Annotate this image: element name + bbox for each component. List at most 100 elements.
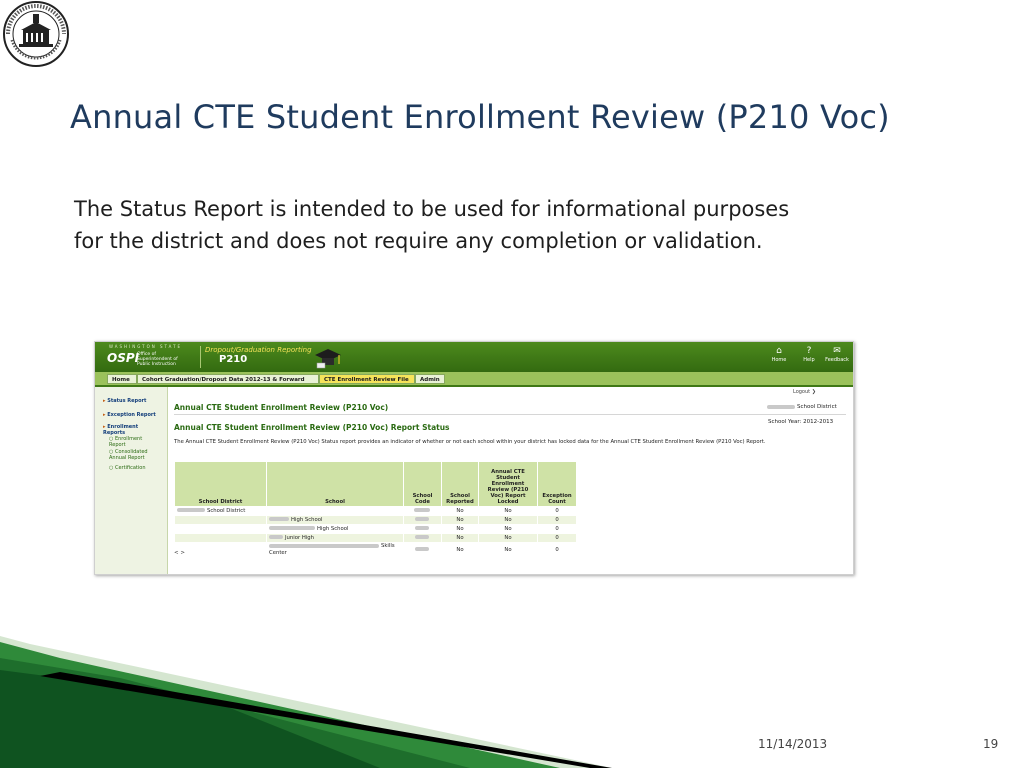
megaphone-icon: ✉ [833, 346, 841, 356]
app-title: P210 [219, 354, 248, 365]
cell-exceptions: 0 [537, 515, 577, 525]
cell-locked: No [478, 542, 538, 558]
redacted-district [767, 404, 795, 409]
cell-reported: No [441, 506, 479, 516]
cell-code [403, 506, 442, 516]
sidebar-item-status-report[interactable]: ▸ Status Report [103, 398, 146, 404]
cell-exceptions: 0 [537, 506, 577, 516]
tab-home[interactable]: Home [107, 374, 137, 384]
col-school-district: School District [174, 461, 267, 507]
redacted-text [269, 526, 315, 530]
cell-code [403, 515, 442, 525]
redacted-text [414, 526, 429, 530]
embedded-app-screenshot: WASHINGTON STATE OSPI Office of Superint… [94, 341, 854, 575]
redacted-text [414, 547, 429, 551]
page-number: 19 [983, 737, 999, 751]
sidebar-item-certification[interactable]: ○ Certification [109, 465, 145, 471]
app-banner: WASHINGTON STATE OSPI Office of Superint… [95, 342, 853, 372]
arrow-right-icon: ▸ [103, 398, 106, 404]
redacted-text [414, 535, 429, 539]
nav-strip [95, 385, 853, 387]
district-name: School District [767, 404, 837, 410]
cell-reported: No [441, 524, 479, 534]
top-feedback-link[interactable]: ✉ Feedback [823, 346, 851, 363]
table-row: Junior High No No 0 [174, 533, 577, 543]
table-row: High School No No 0 [174, 524, 577, 534]
report-status-heading: Annual CTE Student Enrollment Review (P2… [174, 423, 450, 432]
cell-district [174, 533, 267, 543]
report-heading: Annual CTE Student Enrollment Review (P2… [174, 403, 389, 412]
cell-code [403, 542, 442, 558]
table-row: Skills Center No No 0 [174, 542, 577, 558]
cell-locked: No [478, 524, 538, 534]
sidebar-item-consolidated-report[interactable]: ○ Consolidated Annual Report [109, 449, 153, 461]
report-description: The Annual CTE Student Enrollment Review… [174, 439, 766, 445]
col-school-reported: School Reported [441, 461, 479, 507]
col-report-locked: Annual CTE Student Enrollment Review (P2… [478, 461, 538, 507]
status-table: School District School School Code Schoo… [174, 461, 577, 558]
cell-district: School District [174, 506, 267, 516]
redacted-text [269, 535, 283, 539]
footer-date: 11/14/2013 [758, 737, 828, 751]
table-pager[interactable]: < > [174, 550, 185, 556]
tab-admin[interactable]: Admin [415, 374, 445, 384]
body-line-1: The Status Report is intended to be used… [74, 197, 790, 221]
redacted-text [269, 543, 379, 548]
redacted-text [413, 508, 430, 512]
help-icon: ? [806, 346, 812, 356]
slide-title: Annual CTE Student Enrollment Review (P2… [70, 98, 890, 136]
cell-locked: No [478, 533, 538, 543]
cell-exceptions: 0 [537, 542, 577, 558]
tab-cohort-graduation[interactable]: Cohort Graduation/Dropout Data 2012-13 &… [137, 374, 319, 384]
cell-reported: No [441, 515, 479, 525]
divider [174, 414, 846, 415]
cell-school: High School [266, 515, 404, 525]
home-icon: ⌂ [776, 346, 782, 356]
cell-reported: No [441, 533, 479, 543]
sidebar-item-enrollment-report[interactable]: ○ Enrollment Report [109, 436, 149, 448]
cell-district [174, 515, 267, 525]
table-row: High School No No 0 [174, 515, 577, 525]
cell-school: High School [266, 524, 404, 534]
body-line-2: for the district and does not require an… [74, 229, 763, 253]
redacted-text [177, 508, 205, 512]
sidebar-item-exception-report[interactable]: ▸ Exception Report [103, 412, 156, 418]
bullet-icon: ○ [109, 465, 114, 471]
table-row: School District No No 0 [174, 506, 577, 516]
top-help-link[interactable]: ? Help [795, 346, 823, 363]
top-home-link[interactable]: ⌂ Home [765, 346, 793, 363]
cell-locked: No [478, 506, 538, 516]
cell-code [403, 524, 442, 534]
cell-school [266, 506, 404, 516]
chevron-right-icon: ❯ [811, 389, 816, 395]
table-header-row: School District School School Code Schoo… [174, 461, 577, 507]
tab-cte-enrollment-review[interactable]: CTE Enrollment Review File [319, 374, 415, 384]
cell-district [174, 542, 267, 558]
ospi-logo: OSPI [107, 351, 140, 365]
arrow-right-icon: ▸ [103, 412, 106, 418]
office-text: Office of Superintendent of Public Instr… [137, 352, 178, 367]
cell-district [174, 524, 267, 534]
sidebar-item-enrollment-reports[interactable]: ▸ Enrollment Reports [103, 424, 139, 436]
sidebar: ▸ Status Report ▸ Exception Report ▸ Enr… [95, 387, 168, 574]
app-subtitle: Dropout/Graduation Reporting [205, 346, 312, 354]
graduation-cap-icon [315, 349, 341, 369]
redacted-text [414, 517, 429, 521]
col-exception-count: Exception Count [537, 461, 577, 507]
cell-exceptions: 0 [537, 524, 577, 534]
logout-link[interactable]: Logout ❯ [793, 389, 816, 395]
cell-reported: No [441, 542, 479, 558]
ospi-seal-icon [3, 1, 69, 67]
decorative-swoosh [0, 636, 612, 768]
cell-exceptions: 0 [537, 533, 577, 543]
state-text: WASHINGTON STATE [109, 344, 183, 349]
banner-divider [200, 346, 201, 368]
cell-locked: No [478, 515, 538, 525]
school-year: School Year: 2012-2013 [768, 419, 834, 425]
cell-school: Skills Center [266, 542, 404, 558]
cell-code [403, 533, 442, 543]
col-school: School [266, 461, 404, 507]
col-school-code: School Code [403, 461, 442, 507]
redacted-text [269, 517, 289, 521]
slide-body-text: The Status Report is intended to be used… [74, 193, 954, 257]
